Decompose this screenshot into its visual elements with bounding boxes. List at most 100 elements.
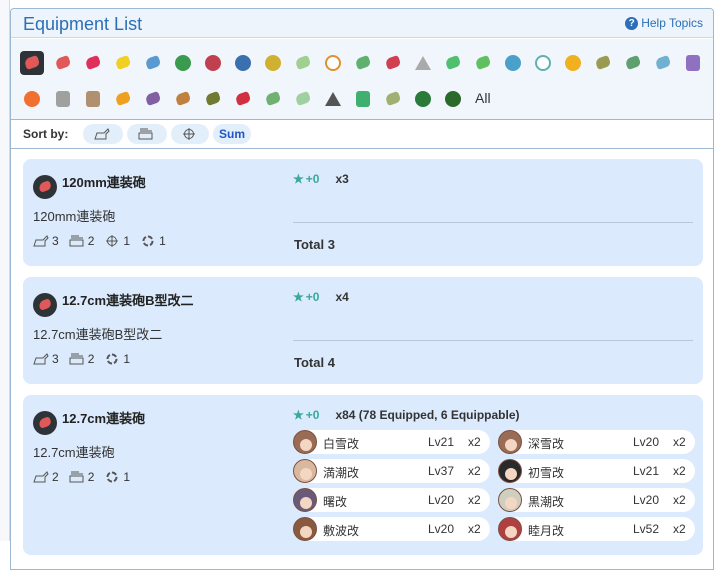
ship-entry[interactable]: 曙改 Lv20 x2	[293, 488, 490, 512]
equipment-subname: 12.7cm連装砲	[33, 445, 115, 460]
engine-filter-icon[interactable]	[471, 51, 495, 75]
landing-craft-filter-icon[interactable]	[501, 51, 525, 75]
ap-shell-filter-icon[interactable]	[381, 51, 405, 75]
help-topics-label: Help Topics	[641, 16, 703, 30]
stat-firepower: 2	[33, 470, 59, 484]
aa-icon	[138, 128, 152, 140]
sonar-filter-icon[interactable]	[441, 51, 465, 75]
aa-icon	[69, 235, 84, 247]
star-icon: ★	[293, 290, 304, 304]
equipment-total: Total 3	[294, 237, 335, 252]
patrol-plane-filter-icon[interactable]	[561, 51, 585, 75]
ship-entry[interactable]: 敷波改 Lv20 x2	[293, 517, 490, 541]
equipment-subname: 12.7cm連装砲B型改二	[33, 327, 163, 342]
aa-icon	[69, 471, 84, 483]
oil-filter-icon[interactable]	[51, 87, 75, 111]
help-topics-link[interactable]: ? Help Topics	[625, 16, 703, 30]
equipment-total: Total 4	[294, 355, 335, 370]
torpedo-filter-icon[interactable]	[141, 51, 165, 75]
personnel-filter-icon[interactable]	[20, 87, 44, 111]
star-icon: ★	[293, 408, 304, 422]
kit-filter-icon[interactable]	[351, 87, 375, 111]
seaplane-fighter-filter-icon[interactable]	[321, 87, 345, 111]
star-icon: ★	[293, 172, 304, 186]
firepower-icon	[33, 353, 49, 365]
aa-icon	[69, 353, 84, 365]
sort-firepower-button[interactable]	[83, 124, 123, 144]
tank-filter-icon[interactable]	[201, 87, 225, 111]
ship-entry[interactable]: 睦月改 Lv52 x2	[498, 517, 695, 541]
equipment-subname: 120mm連装砲	[33, 209, 116, 224]
medal-filter-icon[interactable]	[381, 87, 405, 111]
equipment-panel: Equipment List ? Help Topics All Sort by…	[10, 8, 714, 570]
equipment-name: 12.7cm連装砲	[62, 411, 146, 426]
firepower-icon	[33, 235, 49, 247]
radar-filter-icon[interactable]	[321, 51, 345, 75]
small-gun-filter-icon[interactable]	[20, 51, 44, 75]
accuracy-icon	[182, 128, 195, 140]
medium-gun-filter-icon[interactable]	[51, 51, 75, 75]
aa-gun-filter-icon[interactable]	[351, 51, 375, 75]
flare-filter-icon[interactable]	[111, 87, 135, 111]
ship-entry[interactable]: 満潮改 Lv37 x2	[293, 459, 490, 483]
stat-range: 1	[140, 234, 166, 248]
range-icon	[106, 353, 118, 365]
range-icon	[142, 235, 154, 247]
lookouts-filter-icon[interactable]	[141, 87, 165, 111]
ship-avatar	[293, 517, 317, 541]
sort-accuracy-button[interactable]	[171, 124, 209, 144]
ship-avatar	[293, 430, 317, 454]
range-icon	[106, 471, 118, 483]
page-title: Equipment List	[23, 14, 143, 34]
equipment-card[interactable]: 12.7cm連装砲 12.7cm連装砲 2 2 1 ★ +0 x84 (78 E…	[23, 395, 703, 555]
transport-filter-icon[interactable]	[171, 87, 195, 111]
improvement-count: ★ +0 x4	[293, 290, 349, 304]
accuracy-icon	[106, 235, 119, 247]
autogyro-filter-icon[interactable]	[531, 51, 555, 75]
equipment-card[interactable]: 120mm連装砲 120mm連装砲 3 2 1 1 ★ +0 x3 Total …	[23, 159, 703, 266]
depth-charge-filter-icon[interactable]	[411, 51, 435, 75]
sort-sum-button[interactable]: Sum	[213, 124, 251, 144]
all-filter-button[interactable]: All	[475, 90, 491, 106]
jet-filter-icon[interactable]	[261, 87, 285, 111]
recon-plane-filter-icon[interactable]	[261, 51, 285, 75]
ship-avatar	[498, 517, 522, 541]
small-gun-icon	[33, 293, 57, 317]
equipment-name: 120mm連装砲	[62, 175, 146, 190]
ship-entry[interactable]: 初雪改 Lv21 x2	[498, 459, 695, 483]
land-attacker-filter-icon[interactable]	[441, 87, 465, 111]
ship-entry[interactable]: 深雪改 Lv20 x2	[498, 430, 695, 454]
large-gun-filter-icon[interactable]	[81, 51, 105, 75]
repair-filter-icon[interactable]	[681, 51, 705, 75]
torpedo-bomber-filter-icon[interactable]	[231, 51, 255, 75]
drum-filter-icon[interactable]	[651, 51, 675, 75]
smoke-filter-icon[interactable]	[411, 87, 435, 111]
small-gun-icon	[33, 411, 57, 435]
stat-aa: 2	[69, 470, 94, 484]
sort-bar: Sort by: Sum	[11, 120, 713, 149]
sort-aa-button[interactable]	[127, 124, 167, 144]
fighter-filter-icon[interactable]	[171, 51, 195, 75]
stat-aa: 2	[69, 352, 94, 366]
stat-firepower: 3	[33, 352, 59, 366]
ship-entry[interactable]: 黒潮改 Lv20 x2	[498, 488, 695, 512]
ship-avatar	[498, 488, 522, 512]
left-edge	[0, 0, 10, 541]
ration-filter-icon[interactable]	[81, 87, 105, 111]
title-bar: Equipment List ? Help Topics	[11, 9, 713, 38]
stat-firepower: 3	[33, 234, 59, 248]
secondary-gun-filter-icon[interactable]	[111, 51, 135, 75]
jet-bomber-filter-icon[interactable]	[291, 87, 315, 111]
ship-avatar	[498, 430, 522, 454]
equipment-filter-bar: All	[11, 39, 713, 120]
equipment-card[interactable]: 12.7cm連装砲B型改二 12.7cm連装砲B型改二 3 2 1 ★ +0 x…	[23, 277, 703, 384]
stat-aa: 2	[69, 234, 94, 248]
dive-bomber-filter-icon[interactable]	[201, 51, 225, 75]
ship-entry[interactable]: 白雪改 Lv21 x2	[293, 430, 490, 454]
submarine-torpedo-filter-icon[interactable]	[231, 87, 255, 111]
searchlight-filter-icon[interactable]	[621, 51, 645, 75]
ship-avatar	[293, 459, 317, 483]
bulge-filter-icon[interactable]	[591, 51, 615, 75]
stat-range: 1	[104, 470, 130, 484]
seaplane-filter-icon[interactable]	[291, 51, 315, 75]
